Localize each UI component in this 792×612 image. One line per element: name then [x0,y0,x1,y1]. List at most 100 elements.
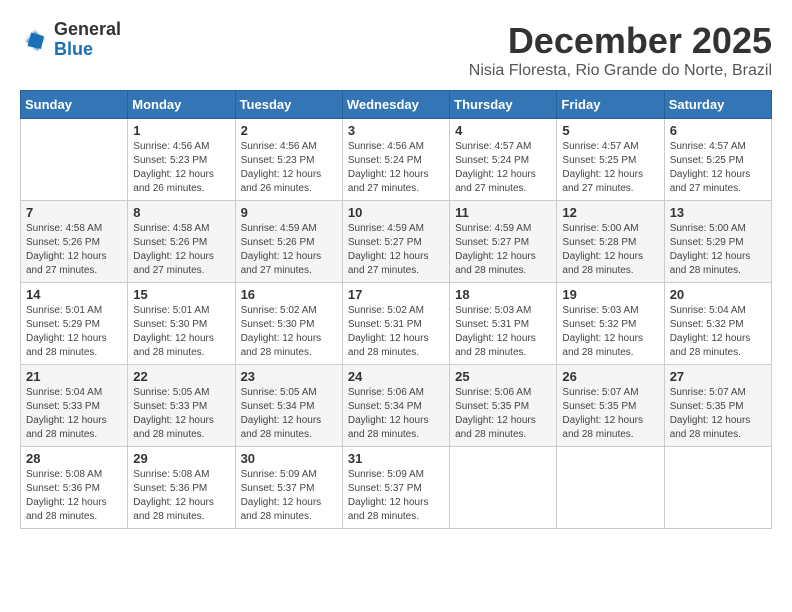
calendar-cell: 15 Sunrise: 5:01 AM Sunset: 5:30 PM Dayli… [128,283,235,365]
day-info: Sunrise: 4:59 AM Sunset: 5:27 PM Dayligh… [455,222,551,278]
day-info: Sunrise: 4:58 AM Sunset: 5:26 PM Dayligh… [26,222,122,278]
day-info: Sunrise: 4:57 AM Sunset: 5:24 PM Dayligh… [455,140,551,196]
calendar-cell [664,447,771,529]
day-number: 4 [455,123,551,138]
calendar-cell: 22 Sunrise: 5:05 AM Sunset: 5:33 PM Dayli… [128,365,235,447]
calendar-day-header: Thursday [450,91,557,119]
day-info: Sunrise: 5:07 AM Sunset: 5:35 PM Dayligh… [562,386,658,442]
day-info: Sunrise: 5:01 AM Sunset: 5:29 PM Dayligh… [26,304,122,360]
logo-blue: Blue [54,39,93,59]
day-number: 25 [455,369,551,384]
calendar-cell: 30 Sunrise: 5:09 AM Sunset: 5:37 PM Dayli… [235,447,342,529]
calendar-table: SundayMondayTuesdayWednesdayThursdayFrid… [20,90,772,529]
calendar-day-header: Sunday [21,91,128,119]
day-info: Sunrise: 5:09 AM Sunset: 5:37 PM Dayligh… [348,468,444,524]
day-number: 8 [133,205,229,220]
day-number: 31 [348,451,444,466]
day-number: 23 [241,369,337,384]
day-number: 14 [26,287,122,302]
calendar-week-row: 28 Sunrise: 5:08 AM Sunset: 5:36 PM Dayli… [21,447,772,529]
calendar-cell: 27 Sunrise: 5:07 AM Sunset: 5:35 PM Dayli… [664,365,771,447]
day-number: 15 [133,287,229,302]
day-number: 29 [133,451,229,466]
calendar-cell: 3 Sunrise: 4:56 AM Sunset: 5:24 PM Daylig… [342,119,449,201]
calendar-cell: 24 Sunrise: 5:06 AM Sunset: 5:34 PM Dayli… [342,365,449,447]
page-header: General Blue December 2025 Nisia Florest… [20,20,772,80]
calendar-cell: 11 Sunrise: 4:59 AM Sunset: 5:27 PM Dayli… [450,201,557,283]
calendar-cell: 7 Sunrise: 4:58 AM Sunset: 5:26 PM Daylig… [21,201,128,283]
calendar-cell: 29 Sunrise: 5:08 AM Sunset: 5:36 PM Dayli… [128,447,235,529]
day-info: Sunrise: 5:07 AM Sunset: 5:35 PM Dayligh… [670,386,766,442]
day-info: Sunrise: 5:06 AM Sunset: 5:35 PM Dayligh… [455,386,551,442]
day-info: Sunrise: 5:04 AM Sunset: 5:32 PM Dayligh… [670,304,766,360]
day-number: 5 [562,123,658,138]
calendar-cell [557,447,664,529]
day-number: 13 [670,205,766,220]
day-number: 26 [562,369,658,384]
calendar-day-header: Monday [128,91,235,119]
calendar-cell: 16 Sunrise: 5:02 AM Sunset: 5:30 PM Dayli… [235,283,342,365]
day-info: Sunrise: 5:08 AM Sunset: 5:36 PM Dayligh… [26,468,122,524]
day-info: Sunrise: 5:03 AM Sunset: 5:32 PM Dayligh… [562,304,658,360]
day-info: Sunrise: 5:09 AM Sunset: 5:37 PM Dayligh… [241,468,337,524]
day-number: 2 [241,123,337,138]
calendar-week-row: 7 Sunrise: 4:58 AM Sunset: 5:26 PM Daylig… [21,201,772,283]
day-number: 22 [133,369,229,384]
logo: General Blue [20,20,121,60]
day-info: Sunrise: 5:04 AM Sunset: 5:33 PM Dayligh… [26,386,122,442]
calendar-cell: 5 Sunrise: 4:57 AM Sunset: 5:25 PM Daylig… [557,119,664,201]
calendar-cell: 25 Sunrise: 5:06 AM Sunset: 5:35 PM Dayli… [450,365,557,447]
day-info: Sunrise: 4:57 AM Sunset: 5:25 PM Dayligh… [562,140,658,196]
day-info: Sunrise: 5:08 AM Sunset: 5:36 PM Dayligh… [133,468,229,524]
calendar-cell: 21Sunrise: 5:04 AM Sunset: 5:33 PM Dayli… [21,365,128,447]
day-number: 28 [26,451,122,466]
day-number: 30 [241,451,337,466]
calendar-cell: 13Sunrise: 5:00 AM Sunset: 5:29 PM Dayli… [664,201,771,283]
day-number: 6 [670,123,766,138]
calendar-day-header: Tuesday [235,91,342,119]
day-info: Sunrise: 5:06 AM Sunset: 5:34 PM Dayligh… [348,386,444,442]
calendar-cell: 9Sunrise: 4:59 AM Sunset: 5:26 PM Daylig… [235,201,342,283]
calendar-cell: 10Sunrise: 4:59 AM Sunset: 5:27 PM Dayli… [342,201,449,283]
day-info: Sunrise: 5:02 AM Sunset: 5:31 PM Dayligh… [348,304,444,360]
calendar-cell: 26 Sunrise: 5:07 AM Sunset: 5:35 PM Dayli… [557,365,664,447]
location-subtitle: Nisia Floresta, Rio Grande do Norte, Bra… [469,62,772,80]
day-info: Sunrise: 5:01 AM Sunset: 5:30 PM Dayligh… [133,304,229,360]
day-number: 1 [133,123,229,138]
calendar-cell: 4 Sunrise: 4:57 AM Sunset: 5:24 PM Daylig… [450,119,557,201]
calendar-cell: 28 Sunrise: 5:08 AM Sunset: 5:36 PM Dayli… [21,447,128,529]
day-number: 20 [670,287,766,302]
day-info: Sunrise: 5:05 AM Sunset: 5:34 PM Dayligh… [241,386,337,442]
day-number: 16 [241,287,337,302]
calendar-cell: 1Sunrise: 4:56 AM Sunset: 5:23 PM Daylig… [128,119,235,201]
day-info: Sunrise: 4:56 AM Sunset: 5:24 PM Dayligh… [348,140,444,196]
day-info: Sunrise: 4:56 AM Sunset: 5:23 PM Dayligh… [241,140,337,196]
day-number: 11 [455,205,551,220]
day-info: Sunrise: 5:02 AM Sunset: 5:30 PM Dayligh… [241,304,337,360]
day-info: Sunrise: 5:05 AM Sunset: 5:33 PM Dayligh… [133,386,229,442]
day-info: Sunrise: 5:03 AM Sunset: 5:31 PM Dayligh… [455,304,551,360]
calendar-week-row: 1 Sunrise: 4:56 AM Sunset: 5:23 PM Daylig… [21,119,772,201]
month-year-title: December 2025 [469,20,772,62]
calendar-cell [450,447,557,529]
day-number: 27 [670,369,766,384]
title-section: December 2025 Nisia Floresta, Rio Grande… [469,20,772,80]
calendar-cell: 2 Sunrise: 4:56 AM Sunset: 5:23 PM Daylig… [235,119,342,201]
calendar-cell: 8Sunrise: 4:58 AM Sunset: 5:26 PM Daylig… [128,201,235,283]
calendar-cell: 12 Sunrise: 5:00 AM Sunset: 5:28 PM Dayli… [557,201,664,283]
day-number: 7 [26,205,122,220]
calendar-cell: 14 Sunrise: 5:01 AM Sunset: 5:29 PM Dayli… [21,283,128,365]
day-number: 19 [562,287,658,302]
day-number: 9 [241,205,337,220]
calendar-day-header: Friday [557,91,664,119]
calendar-week-row: 14 Sunrise: 5:01 AM Sunset: 5:29 PM Dayli… [21,283,772,365]
logo-general: General [54,19,121,39]
day-number: 12 [562,205,658,220]
calendar-cell: 31 Sunrise: 5:09 AM Sunset: 5:37 PM Dayli… [342,447,449,529]
day-number: 3 [348,123,444,138]
calendar-day-header: Wednesday [342,91,449,119]
day-info: Sunrise: 5:00 AM Sunset: 5:28 PM Dayligh… [562,222,658,278]
calendar-cell: 17Sunrise: 5:02 AM Sunset: 5:31 PM Dayli… [342,283,449,365]
day-number: 24 [348,369,444,384]
calendar-day-header: Saturday [664,91,771,119]
